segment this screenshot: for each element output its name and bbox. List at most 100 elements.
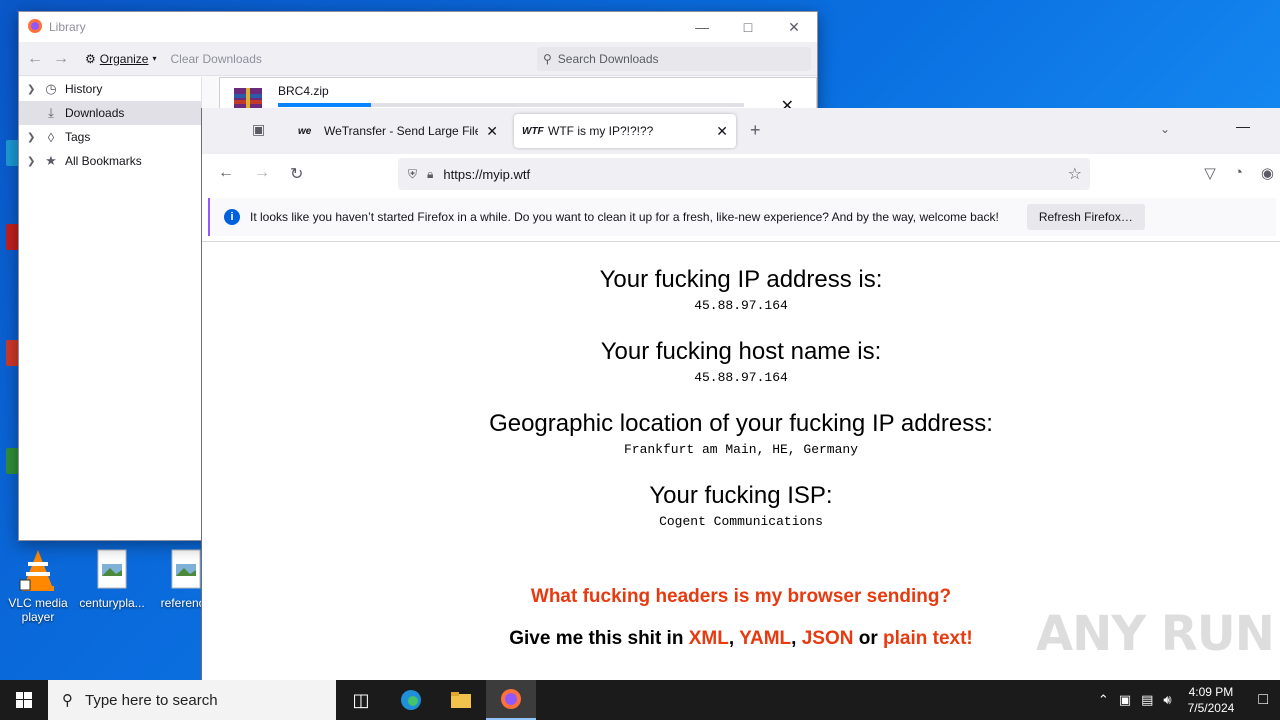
headers-link[interactable]: What fucking headers is my browser sendi…: [202, 586, 1280, 608]
nav-bar: ← → ↻ ⛨ 🔒︎ https://myip.wtf ☆ ▽ ◔ ◉: [202, 154, 1280, 194]
download-icon: ⤓: [48, 105, 54, 120]
search-icon: ⚲: [62, 692, 73, 709]
geo-section: Geographic location of your fucking IP a…: [202, 410, 1280, 457]
task-view-icon[interactable]: ◫: [336, 680, 386, 720]
wtf-favicon: WTF: [522, 125, 544, 137]
clock[interactable]: 4:09 PM 7/5/2024: [1188, 684, 1235, 716]
geo-value: Frankfurt am Main, HE, Germany: [623, 442, 859, 457]
search-downloads-input[interactable]: ⚲ Search Downloads: [537, 47, 811, 71]
ip-value: 45.88.97.164: [694, 298, 788, 313]
desktop-icon-label: VLC media player: [8, 596, 68, 624]
download-progress-fill: [278, 103, 372, 107]
account-icon[interactable]: ◉: [1261, 164, 1274, 182]
file-explorer-icon[interactable]: [436, 680, 486, 720]
comma-separator: ,: [728, 628, 740, 649]
plain-text-link[interactable]: plain text!: [883, 628, 973, 649]
give-me-prefix: Give me this shit in: [509, 628, 689, 649]
host-heading: Your fucking host name is:: [600, 338, 882, 365]
forward-arrow-icon[interactable]: →: [53, 50, 69, 68]
tree-item-tags[interactable]: ❯ ◊ Tags: [19, 125, 201, 149]
chevron-down-icon: ▾: [152, 54, 157, 63]
firefox-taskbar-icon[interactable]: [486, 680, 536, 720]
star-icon: ★: [45, 153, 57, 168]
desktop-icon-centuryplan[interactable]: centurypla...: [74, 548, 150, 610]
volume-icon[interactable]: 🔊︎: [1163, 692, 1171, 708]
tree-item-all-bookmarks[interactable]: ❯ ★ All Bookmarks: [19, 149, 201, 173]
tab-wetransfer[interactable]: we WeTransfer - Send Large Files & ✕: [290, 114, 506, 148]
firefox-view-icon[interactable]: ▣: [252, 121, 265, 138]
geo-heading: Geographic location of your fucking IP a…: [489, 410, 993, 437]
isp-section: Your fucking ISP: Cogent Communications: [202, 482, 1280, 529]
back-arrow-icon[interactable]: ←: [218, 164, 234, 182]
library-titlebar[interactable]: Library — □ ✕: [19, 12, 817, 42]
yaml-link[interactable]: YAML: [739, 628, 791, 649]
list-all-tabs-chevron-icon[interactable]: ⌄: [1160, 122, 1170, 136]
firefox-logo-icon: [27, 18, 43, 37]
back-arrow-icon[interactable]: ←: [27, 50, 43, 68]
tab-bar: ▣ we WeTransfer - Send Large Files & ✕ W…: [202, 108, 1280, 154]
taskbar: ⚲ Type here to search ◫ ⌃ ▣ ▤ 🔊︎ 4:09 PM…: [0, 680, 1280, 720]
image-file-icon: [166, 548, 206, 592]
gear-icon: ⚙: [85, 51, 96, 66]
chevron-right-icon[interactable]: ❯: [27, 132, 37, 143]
url-text[interactable]: https://myip.wtf: [443, 167, 530, 182]
shield-icon[interactable]: ⛨: [408, 167, 417, 182]
minimize-button[interactable]: —: [679, 12, 725, 42]
lock-icon[interactable]: 🔒︎: [427, 167, 433, 182]
tab-myip[interactable]: WTF WTF is my IP?!?!?? ✕: [514, 114, 736, 148]
xml-link[interactable]: XML: [689, 628, 729, 649]
close-tab-icon[interactable]: ✕: [716, 123, 728, 140]
archive-file-icon: [232, 86, 264, 110]
host-section: Your fucking host name is: 45.88.97.164: [202, 338, 1280, 385]
clock-icon: ◷: [45, 81, 57, 96]
host-value: 45.88.97.164: [694, 370, 788, 385]
tree-item-label: All Bookmarks: [65, 154, 142, 168]
search-icon: ⚲: [543, 52, 552, 66]
json-link[interactable]: JSON: [802, 628, 854, 649]
library-toolbar: ← → ⚙ Organize ▾ Clear Downloads ⚲ Searc…: [19, 42, 817, 76]
maximize-button[interactable]: □: [725, 12, 771, 42]
firefox-sync-icon[interactable]: ◔: [1234, 164, 1243, 182]
start-button[interactable]: [0, 680, 48, 720]
reload-icon[interactable]: ↻: [290, 164, 303, 184]
ip-heading: Your fucking IP address is:: [599, 266, 883, 293]
tree-item-history[interactable]: ❯ ◷ History: [19, 77, 201, 101]
notification-text: It looks like you haven’t started Firefo…: [250, 210, 999, 224]
edge-icon[interactable]: [386, 680, 436, 720]
chevron-right-icon[interactable]: ❯: [27, 84, 37, 95]
minimize-button[interactable]: —: [1236, 118, 1250, 134]
forward-arrow-icon[interactable]: →: [254, 164, 270, 182]
taskbar-search-input[interactable]: ⚲ Type here to search: [48, 680, 336, 720]
refresh-firefox-notification: i It looks like you haven’t started Fire…: [208, 198, 1276, 236]
new-tab-plus-icon[interactable]: +: [750, 120, 761, 141]
clock-date: 7/5/2024: [1187, 701, 1235, 715]
desktop-icon-vlc[interactable]: VLC media player: [0, 548, 76, 624]
network-icon[interactable]: ▤: [1141, 692, 1153, 708]
taskbar-search-placeholder: Type here to search: [85, 691, 218, 709]
organize-button[interactable]: ⚙ Organize ▾: [85, 52, 156, 66]
tab-title: WTF is my IP?!?!??: [548, 124, 654, 138]
close-tab-icon[interactable]: ✕: [486, 123, 498, 140]
device-icon[interactable]: ▣: [1119, 692, 1131, 708]
clock-time: 4:09 PM: [1188, 685, 1234, 699]
url-bar[interactable]: ⛨ 🔒︎ https://myip.wtf ☆: [398, 158, 1090, 190]
desktop-icon-label: centurypla...: [79, 596, 145, 610]
anyrun-watermark: ANY RUN: [1036, 606, 1275, 662]
download-progress-bar: [278, 103, 744, 107]
chevron-right-icon[interactable]: ❯: [27, 156, 37, 167]
chevron-up-icon[interactable]: ⌃: [1098, 692, 1109, 708]
close-button[interactable]: ✕: [771, 12, 817, 42]
refresh-firefox-button[interactable]: Refresh Firefox…: [1026, 204, 1145, 230]
notifications-icon[interactable]: □: [1258, 691, 1268, 709]
tab-title: WeTransfer - Send Large Files &: [324, 124, 479, 138]
isp-value: Cogent Communications: [659, 514, 823, 529]
clear-downloads-button[interactable]: Clear Downloads: [170, 52, 261, 66]
tree-item-label: History: [65, 82, 103, 96]
tree-item-label: Tags: [65, 130, 91, 144]
pocket-icon[interactable]: ▽: [1204, 164, 1216, 182]
tree-item-downloads[interactable]: ⤓ Downloads: [19, 101, 201, 125]
bookmark-star-icon[interactable]: ☆: [1068, 164, 1082, 184]
library-tree: ❯ ◷ History ⤓ Downloads ❯ ◊ Tags ❯ ★ All…: [19, 77, 202, 540]
vlc-icon: [18, 548, 58, 592]
system-tray: ⌃ ▣ ▤ 🔊︎ 4:09 PM 7/5/2024 □: [1098, 680, 1280, 720]
